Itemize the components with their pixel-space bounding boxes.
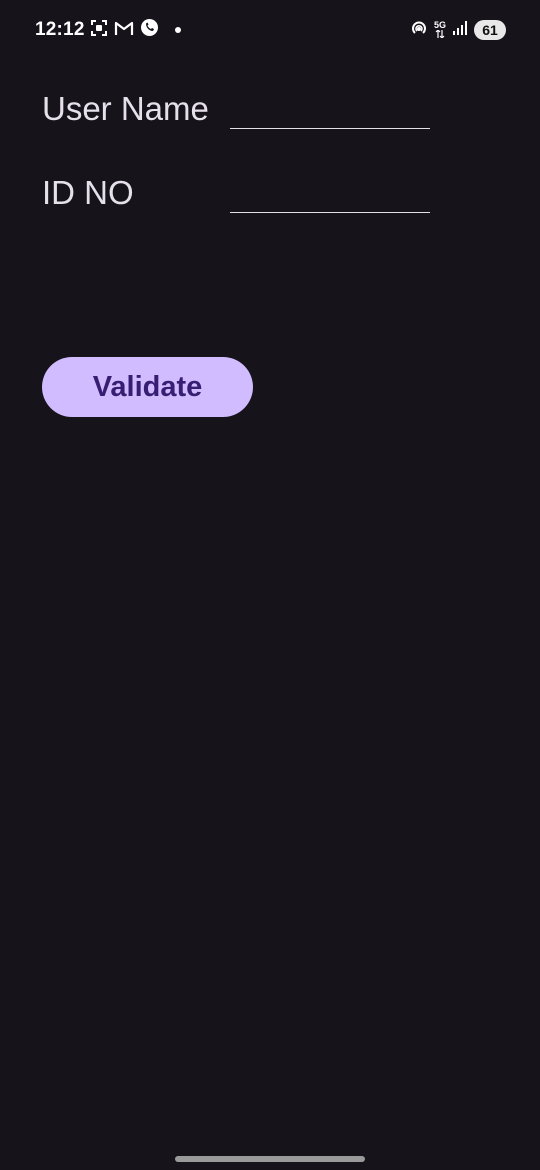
5g-icon: 5G bbox=[433, 19, 446, 40]
system-icons: 5G 61 bbox=[410, 19, 506, 41]
hotspot-icon bbox=[410, 19, 428, 42]
network-type-label: 5G bbox=[433, 19, 446, 30]
signal-icon bbox=[452, 20, 468, 40]
notification-icons bbox=[90, 18, 181, 42]
status-time: 12:12 bbox=[35, 19, 85, 40]
phone-call-icon bbox=[140, 18, 159, 42]
home-indicator[interactable] bbox=[175, 1156, 365, 1162]
gmail-icon bbox=[114, 20, 134, 41]
username-row: User Name bbox=[42, 78, 432, 129]
validate-button[interactable]: Validate bbox=[42, 357, 253, 417]
username-label: User Name bbox=[42, 90, 209, 127]
data-arrows-icon bbox=[435, 28, 445, 40]
more-notifications-dot-icon bbox=[175, 27, 181, 33]
screenshot-icon bbox=[90, 19, 108, 42]
username-input[interactable] bbox=[230, 94, 430, 129]
status-bar: 12:12 5G 61 bbox=[0, 0, 540, 60]
battery-level: 61 bbox=[482, 22, 498, 38]
id-row: ID NO bbox=[42, 162, 432, 213]
battery-icon: 61 bbox=[474, 20, 506, 40]
id-label: ID NO bbox=[42, 174, 134, 211]
id-input[interactable] bbox=[230, 178, 430, 213]
